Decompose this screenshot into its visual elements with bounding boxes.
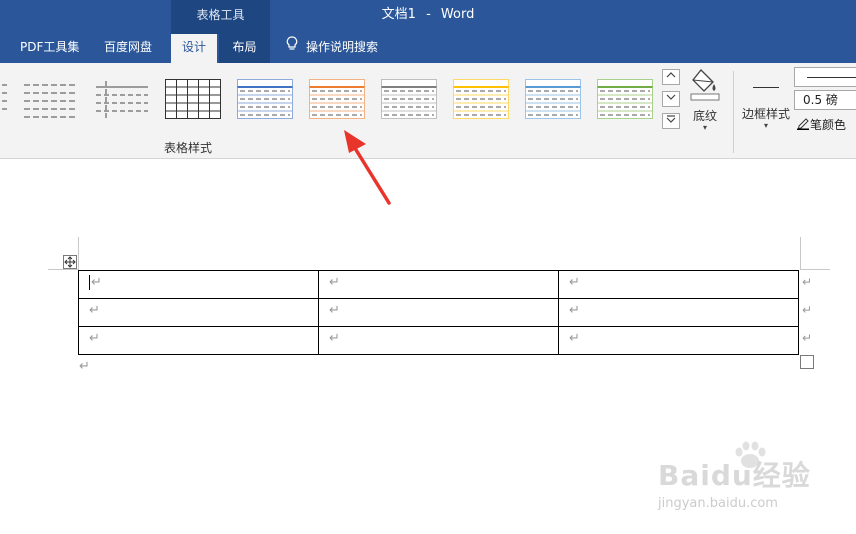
margin-guide-right (800, 237, 801, 270)
table-style-thumbnail[interactable] (308, 77, 366, 121)
lightbulb-icon (286, 34, 298, 61)
table-cell[interactable]: ↵ (558, 270, 799, 299)
tab-baidu-netdisk[interactable]: 百度网盘 (94, 34, 162, 63)
border-line-preview (753, 87, 779, 88)
line-style-preview (807, 77, 856, 78)
table-resize-handle[interactable] (800, 355, 814, 369)
tell-me-search[interactable]: 操作说明搜索 (276, 34, 388, 63)
table-tools-context-label: 表格工具 (171, 0, 270, 34)
table-row: ↵ ↵ ↵ (78, 298, 799, 327)
watermark-url: jingyan.baidu.com (658, 496, 778, 511)
document-name: 文档1 (381, 7, 416, 22)
group-divider (733, 71, 734, 153)
tab-pdf-tools[interactable]: PDF工具集 (10, 34, 89, 63)
table-style-thumbnail[interactable] (94, 77, 152, 121)
gallery-scroll-up-button[interactable] (662, 69, 680, 85)
chevron-up-icon (665, 72, 677, 83)
margin-guide-left (78, 237, 79, 270)
paragraph-mark: ↵ (79, 359, 90, 374)
tab-layout[interactable]: 布局 (219, 34, 270, 63)
table-style-thumbnail[interactable] (22, 77, 80, 121)
border-styles-label: 边框样式 (741, 107, 790, 121)
ribbon-design-panel: 表格样式 底纹 ▾ 边框样式 ▾ 0.5 磅 笔颜色 (0, 63, 856, 159)
tell-me-label: 操作说明搜索 (306, 40, 379, 54)
margin-guide-top-right (800, 269, 830, 270)
shading-dropdown-icon: ▾ (702, 123, 707, 132)
shading-button[interactable]: 底纹 ▾ (683, 67, 727, 135)
table-style-thumbnail[interactable] (0, 77, 18, 121)
cell-paragraph-mark: ↵ (329, 331, 340, 346)
line-style-dropdown[interactable] (794, 67, 856, 87)
baidu-jingyan-watermark: Baidu经验 jingyan.baidu.com (650, 438, 850, 520)
cell-paragraph-mark: ↵ (89, 331, 100, 346)
table-move-handle[interactable] (63, 255, 77, 269)
pen-color-button[interactable]: 笔颜色 (796, 115, 846, 135)
border-styles-dropdown-icon: ▾ (763, 121, 768, 130)
cell-paragraph-mark: ↵ (89, 303, 100, 318)
line-weight-value: 0.5 磅 (803, 93, 838, 107)
table-cell[interactable]: ↵ (318, 298, 559, 327)
end-of-row-mark: ↵ (802, 275, 813, 289)
table-style-thumbnail[interactable] (524, 77, 582, 121)
window-title: 文档1 - Word (0, 0, 856, 34)
table-cell[interactable]: ↵ (78, 270, 319, 299)
cell-paragraph-mark: ↵ (569, 331, 580, 346)
table-cell[interactable]: ↵ (318, 270, 559, 299)
app-name: Word (440, 7, 475, 22)
line-weight-dropdown[interactable]: 0.5 磅 (794, 90, 856, 110)
cell-paragraph-mark: ↵ (329, 275, 340, 290)
table-cell[interactable]: ↵ (558, 326, 799, 355)
table-cell[interactable]: ↵ (318, 326, 559, 355)
table-style-thumbnail[interactable] (236, 77, 294, 121)
cell-paragraph-mark: ↵ (89, 275, 102, 290)
title-bar: 表格工具 文档1 - Word (0, 0, 856, 34)
gallery-scroll-down-button[interactable] (662, 91, 680, 107)
tab-design[interactable]: 设计 (171, 34, 217, 63)
end-of-row-mark: ↵ (802, 331, 813, 345)
annotation-arrow (340, 128, 396, 212)
table-style-thumbnail[interactable] (452, 77, 510, 121)
shading-label: 底纹 (692, 109, 717, 123)
table-cell[interactable]: ↵ (78, 298, 319, 327)
table-style-thumbnail[interactable] (164, 77, 222, 121)
move-cross-icon (64, 256, 76, 271)
more-icon (665, 115, 677, 127)
table-cell[interactable]: ↵ (558, 298, 799, 327)
cell-paragraph-mark: ↵ (569, 303, 580, 318)
end-of-row-mark: ↵ (802, 303, 813, 317)
table-row: ↵ ↵ ↵ (78, 270, 799, 299)
title-separator: - (426, 7, 431, 22)
table-style-thumbnail[interactable] (596, 77, 654, 121)
table-cell[interactable]: ↵ (78, 326, 319, 355)
table-style-thumbnail[interactable] (380, 77, 438, 121)
table-row: ↵ ↵ ↵ (78, 326, 799, 355)
pen-color-label: 笔颜色 (810, 118, 847, 132)
paint-bucket-icon (689, 67, 721, 105)
watermark-brand: Baidu经验 (658, 459, 811, 492)
chevron-down-icon (665, 94, 677, 105)
gallery-more-button[interactable] (662, 113, 680, 129)
table-styles-group-label: 表格样式 (163, 141, 212, 155)
cell-paragraph-mark: ↵ (329, 303, 340, 318)
cell-paragraph-mark: ↵ (569, 275, 580, 290)
document-table: ↵ ↵ ↵ ↵ ↵ ↵ ↵ ↵ ↵ (78, 270, 799, 355)
pen-icon (796, 116, 810, 133)
border-styles-button[interactable]: 边框样式 ▾ (739, 67, 793, 135)
ribbon-tab-bar: PDF工具集 百度网盘 设计 布局 操作说明搜索 (0, 34, 856, 63)
